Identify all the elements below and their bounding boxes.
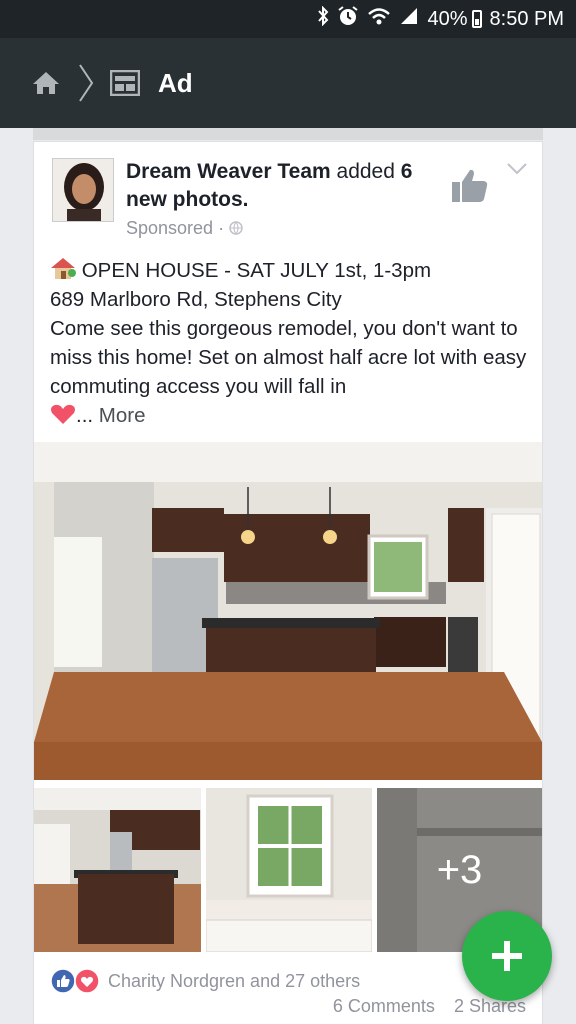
like-reaction-icon [50,968,76,994]
battery-percent: 40% [427,7,468,30]
avatar[interactable] [52,158,114,222]
ellipsis: ... [76,404,94,427]
breadcrumb-separator-icon [79,64,94,102]
more-link[interactable]: More [99,404,146,427]
home-icon[interactable] [30,67,62,99]
battery-icon [471,10,482,28]
action-suffix: new photos. [126,188,249,211]
post-text: OPEN HOUSE - SAT JULY 1st, 1-3pm 689 Mar… [50,256,534,430]
photo-thumbnail[interactable] [206,788,372,952]
address-line: 689 Marlboro Rd, Stephens City [50,288,342,311]
post-header: Dream Weaver Team added 6 new photos. [126,158,436,214]
post-card: Dream Weaver Team added 6 new photos. Sp… [33,141,543,1024]
action-prefix: added [336,160,395,183]
signal-icon [399,6,419,32]
description-text: Come see this gorgeous remodel, you don'… [50,317,527,398]
globe-icon [229,221,243,235]
author-name[interactable]: Dream Weaver Team [126,160,331,183]
bluetooth-icon [317,5,329,32]
like-page-icon[interactable] [450,166,490,206]
plus-icon [492,941,522,971]
sponsored-label: Sponsored · [126,218,243,239]
sponsored-text: Sponsored · [126,218,225,238]
house-emoji-icon [51,258,76,279]
comments-count[interactable]: 6 Comments [333,996,435,1016]
action-count: 6 [400,160,413,183]
reactions-row[interactable]: Charity Nordgren and 27 others [50,968,360,994]
description: Come see this gorgeous remodel, you don'… [50,314,534,430]
love-reaction-icon [74,968,100,994]
main-photo[interactable] [34,442,542,780]
toolbar: Ad [0,38,576,128]
ad-icon [110,70,140,96]
open-house-text: OPEN HOUSE - SAT JULY 1st, 1-3pm [81,259,432,282]
reaction-names: Charity Nordgren and 27 others [108,970,361,991]
alarm-icon [337,5,359,33]
chevron-down-icon[interactable] [506,162,528,176]
open-house-line: OPEN HOUSE - SAT JULY 1st, 1-3pm [50,256,534,285]
photo-thumbnail[interactable] [34,788,201,952]
heart-emoji-icon [51,404,75,424]
previous-card-edge [33,128,543,140]
wifi-icon [367,6,391,32]
clock: 8:50 PM [489,7,564,30]
toolbar-title: Ad [158,67,193,98]
add-fab-button[interactable] [462,911,552,1001]
status-bar: 40% 8:50 PM [0,0,576,38]
